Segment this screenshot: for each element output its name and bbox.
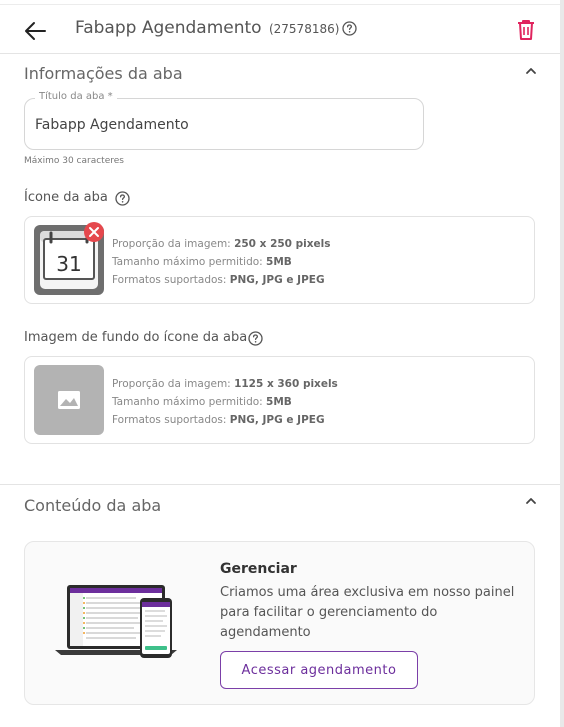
chevron-up-icon[interactable] <box>524 66 538 76</box>
app-id: (27578186) <box>268 22 340 36</box>
app-name: Fabapp Agendamento <box>75 18 262 38</box>
remove-image-icon[interactable] <box>83 221 105 243</box>
dashboard-illustration <box>55 585 177 658</box>
arrow-left-icon <box>25 22 46 40</box>
manage-description: Criamos uma área exclusiva em nosso pain… <box>220 585 515 640</box>
tab-icon-label: Ícone da aba <box>24 190 108 205</box>
section-title-tab-info: Informações da aba <box>24 64 183 83</box>
tab-title-field[interactable]: Título da aba * <box>24 91 424 150</box>
tab-editor-page: Fabapp Agendamento (27578186) Informaçõe… <box>0 0 560 727</box>
tab-title-hint: Máximo 30 caracteres <box>24 156 124 166</box>
tab-icon-specs: Proporção da imagem: 250 x 250 pixels Ta… <box>112 238 331 286</box>
section-title-tab-content: Conteúdo da aba <box>24 496 162 515</box>
manage-card: Gerenciar Criamos uma área exclusiva em … <box>24 541 535 705</box>
background-image-placeholder[interactable] <box>34 365 104 435</box>
trash-icon <box>518 20 534 40</box>
page-title: Fabapp Agendamento (27578186) <box>75 18 339 38</box>
scrollbar[interactable] <box>560 0 564 727</box>
background-image-label: Imagem de fundo do ícone da aba <box>24 330 248 345</box>
question-circle-icon[interactable] <box>342 21 357 36</box>
image-icon <box>58 391 80 409</box>
delete-button[interactable] <box>515 18 537 42</box>
access-scheduling-button[interactable]: Acessar agendamento <box>220 651 418 689</box>
manage-title: Gerenciar <box>220 561 297 577</box>
tab-title-input[interactable] <box>35 114 405 136</box>
section-divider <box>0 484 560 485</box>
background-image-upload[interactable]: Proporção da imagem: 1125 x 360 pixels T… <box>24 356 535 444</box>
tab-icon-preview[interactable]: 31 <box>34 222 104 295</box>
chevron-up-icon[interactable] <box>524 496 538 506</box>
back-button[interactable] <box>22 19 50 43</box>
header-bar: Fabapp Agendamento (27578186) <box>0 5 560 54</box>
tab-icon-upload[interactable]: 31 Proporção da imagem: 250 x 250 pixels… <box>24 216 535 304</box>
question-circle-icon[interactable] <box>115 191 130 206</box>
background-image-specs: Proporção da imagem: 1125 x 360 pixels T… <box>112 378 338 426</box>
tab-title-label: Título da aba * <box>35 91 117 102</box>
question-circle-icon[interactable] <box>248 331 263 346</box>
calendar-day-number: 31 <box>56 252 81 276</box>
